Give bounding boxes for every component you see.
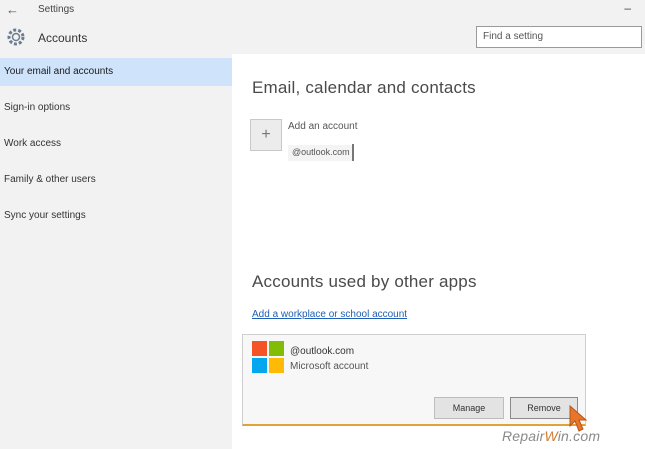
sidebar-item-sync-settings[interactable]: Sync your settings xyxy=(0,202,232,230)
page-title: Accounts xyxy=(38,31,88,45)
back-arrow-icon[interactable]: ← xyxy=(6,2,19,17)
sidebar-item-work-access[interactable]: Work access xyxy=(0,130,232,158)
watermark: RepairWin.com xyxy=(502,428,600,444)
microsoft-logo-icon xyxy=(252,341,284,373)
email-account-entry[interactable]: @outlook.com xyxy=(288,145,354,161)
window-title: Settings xyxy=(38,4,75,15)
watermark-prefix: Repair xyxy=(502,428,545,444)
plus-icon[interactable]: + xyxy=(250,119,282,151)
watermark-suffix: in.com xyxy=(557,428,601,444)
text-cursor-bar xyxy=(352,144,354,161)
sidebar-item-sign-in-options[interactable]: Sign-in options xyxy=(0,94,232,122)
email-section-heading: Email, calendar and contacts xyxy=(252,78,476,97)
manage-button[interactable]: Manage xyxy=(434,397,504,419)
watermark-accent: W xyxy=(544,428,558,444)
sidebar: Your email and accounts Sign-in options … xyxy=(0,54,232,449)
gear-icon xyxy=(7,28,25,46)
account-email: @outlook.com xyxy=(290,346,355,357)
apps-section-heading: Accounts used by other apps xyxy=(252,272,477,291)
add-account-button[interactable]: Add an account xyxy=(288,121,358,132)
page-header: Accounts Find a setting xyxy=(0,22,645,54)
title-bar: ← Settings – xyxy=(0,0,645,22)
account-type: Microsoft account xyxy=(290,361,369,372)
search-input[interactable]: Find a setting xyxy=(476,26,642,48)
add-work-account-link[interactable]: Add a workplace or school account xyxy=(252,309,407,320)
sidebar-item-family-users[interactable]: Family & other users xyxy=(0,166,232,194)
minimize-button[interactable]: – xyxy=(624,1,631,15)
sidebar-item-email-accounts[interactable]: Your email and accounts xyxy=(0,58,232,86)
